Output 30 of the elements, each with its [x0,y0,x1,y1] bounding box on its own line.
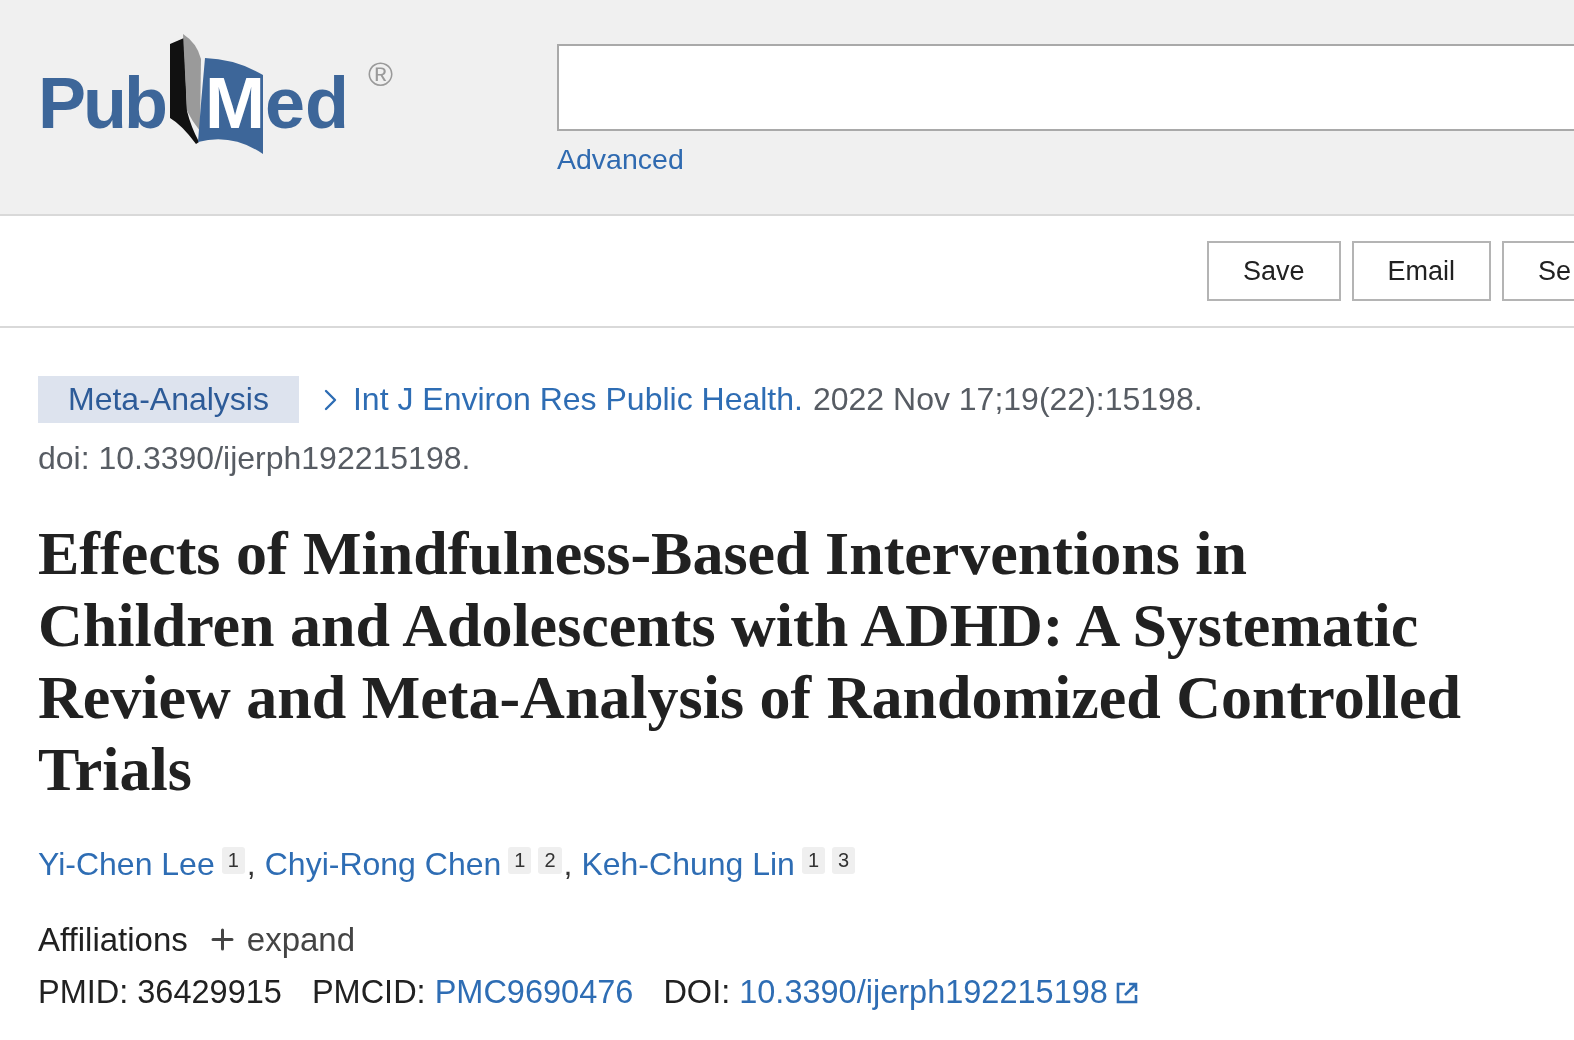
identifier-label: PMCID: [311,974,426,1011]
identifier-label: PMID: [38,974,129,1011]
author-link[interactable]: Yi-Chen Lee [38,846,215,882]
search-field[interactable] [557,44,1574,131]
toolbar-button[interactable]: Se [1502,241,1574,301]
doi-text: doi: 10.3390/ijerph192215198. [38,440,471,477]
author-separator: , [563,846,573,882]
affiliation-number[interactable]: 2 [538,847,562,874]
affiliation-number[interactable]: 3 [832,847,856,874]
article-type-tag: Meta-Analysis [38,376,299,423]
citation-text: 2022 Nov 17;19(22):15198. [812,381,1203,418]
identifier-link[interactable]: 10.3390/ijerph192215198 [739,974,1139,1011]
identifier-link[interactable]: PMC9690476 [434,974,634,1011]
author-separator: , [246,846,256,882]
external-link-icon [1114,980,1139,1005]
expand-button[interactable]: expand [210,921,356,958]
affiliations-label: Affiliations [38,921,188,958]
toolbar-button[interactable]: Save [1207,241,1341,301]
identifier-value: 36429915 [137,974,282,1011]
affiliation-number[interactable]: 1 [508,847,532,874]
affiliation-number[interactable]: 1 [221,847,245,874]
article-title: Effects of Mindfulness-Based Interventions in Children and Adolescents with ADHD: A Systematic Review and Meta-Analysis of Randomized Controlled Trials [38,518,1463,805]
identifier-label: DOI: [663,974,731,1011]
chevron-right-icon [323,388,337,411]
affiliation-number[interactable]: 1 [801,847,826,874]
journal-link[interactable]: Int J Environ Res Public Health. [323,381,803,418]
advanced-link[interactable]: Advanced [557,142,684,177]
toolbar-button[interactable]: Email [1351,241,1492,301]
author-link[interactable]: Chyi-Rong Chen [264,846,502,882]
author-link[interactable]: Keh-Chung Lin [581,846,795,882]
